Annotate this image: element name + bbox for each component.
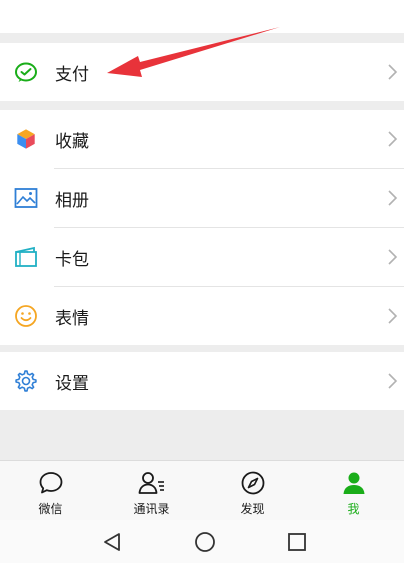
system-navigation-bar: [0, 520, 404, 563]
tab-label: 发现: [240, 502, 265, 516]
smiley-face-icon: [13, 303, 39, 329]
tab-discover[interactable]: 发现: [202, 461, 303, 520]
card-wallet-icon: [13, 244, 39, 270]
menu-item-label: 支付: [55, 64, 89, 85]
tab-me[interactable]: 我: [303, 461, 404, 520]
chevron-right-icon: [388, 64, 398, 80]
menu-item-label: 设置: [55, 373, 89, 394]
tab-label: 通讯录: [133, 502, 170, 516]
menu-item-label: 收藏: [55, 131, 89, 152]
chevron-right-icon: [388, 308, 398, 324]
person-icon: [340, 469, 368, 497]
contacts-icon: [138, 469, 166, 497]
tab-chats[interactable]: 微信: [0, 461, 101, 520]
wechat-pay-icon: [13, 59, 39, 85]
chevron-right-icon: [388, 190, 398, 206]
menu-item-card-wallet[interactable]: 卡包: [0, 228, 404, 286]
menu-item-label: 相册: [55, 190, 89, 211]
menu-item-favorites[interactable]: 收藏: [0, 110, 404, 168]
menu-item-label: 卡包: [55, 249, 89, 270]
menu-item-album[interactable]: 相册: [0, 169, 404, 227]
compass-icon: [239, 469, 267, 497]
recents-square-icon[interactable]: [285, 530, 309, 554]
bottom-tab-bar: 微信 通讯录 发现 我: [0, 460, 404, 520]
tab-label: 微信: [38, 502, 63, 516]
chat-bubble-icon: [37, 469, 65, 497]
chevron-right-icon: [388, 249, 398, 265]
menu-item-stickers[interactable]: 表情: [0, 287, 404, 345]
payment-section: 支付: [0, 43, 404, 101]
tab-contacts[interactable]: 通讯录: [101, 461, 202, 520]
menu-item-label: 表情: [55, 308, 89, 329]
chevron-right-icon: [388, 373, 398, 389]
album-picture-icon: [13, 185, 39, 211]
back-triangle-icon[interactable]: [100, 530, 124, 554]
chevron-right-icon: [388, 131, 398, 147]
top-profile-area-edge: [0, 0, 404, 33]
menu-item-payment[interactable]: 支付: [0, 43, 404, 101]
settings-section: 设置: [0, 352, 404, 410]
home-circle-icon[interactable]: [193, 530, 217, 554]
menu-item-settings[interactable]: 设置: [0, 352, 404, 410]
favorites-cube-icon: [13, 126, 39, 152]
gear-icon: [13, 368, 39, 394]
tab-label: 我: [347, 502, 360, 516]
features-section: 收藏 相册 卡包 表情: [0, 110, 404, 345]
